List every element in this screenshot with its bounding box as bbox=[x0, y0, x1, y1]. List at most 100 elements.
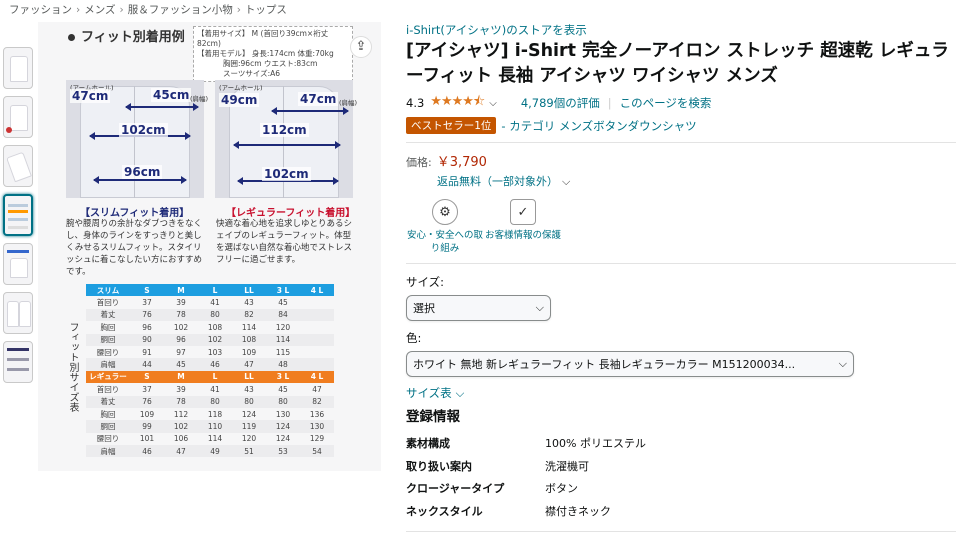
info-key: 素材構成 bbox=[406, 437, 450, 450]
table-cell: 胸回 bbox=[100, 409, 116, 419]
table-row: 着丈 76 78 80 82 84 bbox=[86, 308, 334, 322]
fit-title-text: フィット別着用例 bbox=[81, 30, 185, 45]
table-row: 着丈 76 78 80 80 80 82 bbox=[86, 395, 334, 408]
size-chart-thumb-icon bbox=[8, 210, 28, 213]
chevron-down-icon[interactable]: ⌵ bbox=[489, 98, 497, 109]
size-select[interactable]: 選択 ⌵ bbox=[406, 295, 551, 321]
table-cell: 115 bbox=[275, 347, 291, 357]
chevron-down-icon: ⌵ bbox=[838, 357, 847, 370]
slim-shoulder: 45cm bbox=[151, 88, 192, 102]
table-cell: 78 bbox=[164, 308, 198, 322]
breadcrumb-accessories[interactable]: 服＆ファッション小物 bbox=[128, 4, 233, 16]
slim-header-row: スリム S M L LL 3 L 4 L bbox=[86, 284, 334, 297]
regular-fit-desc: 快適な着心地を追求しゆとりあるシェイプのレギュラーフィット。体型を選ばない自然な… bbox=[216, 219, 353, 265]
table-cell: 124 bbox=[266, 420, 300, 433]
info-thumb-icon bbox=[7, 358, 29, 361]
table-cell: 80 bbox=[232, 395, 266, 408]
table-cell: 3 L bbox=[266, 284, 300, 297]
table-cell: 96 bbox=[164, 333, 198, 346]
table-cell: L bbox=[198, 284, 232, 297]
thumbnail-7[interactable] bbox=[3, 341, 33, 383]
size-table: スリム S M L LL 3 L 4 L 首回り 37 39 41 43 45 着丈 76 7… bbox=[86, 284, 334, 458]
table-cell: 腰回り bbox=[96, 347, 120, 357]
size-select-value: 選択 bbox=[413, 302, 435, 315]
color-select[interactable]: ホワイト 無地 新レギュラーフィット 長袖レギュラーカラー M151200034… bbox=[406, 351, 854, 377]
table-cell: LL bbox=[232, 284, 266, 297]
table-row: 腰回り 101 106 114 120 124 129 bbox=[86, 433, 334, 445]
slim-fit-name: 【スリムフィット着用】 bbox=[80, 208, 190, 219]
info-key: クロージャータイプ bbox=[406, 482, 505, 495]
breadcrumb-mens[interactable]: メンズ bbox=[84, 4, 115, 16]
table-cell: 106 bbox=[173, 434, 189, 444]
table-cell: スリム bbox=[86, 284, 130, 297]
rating-value: 4.3 bbox=[406, 96, 425, 110]
bestseller-row: ベストセラー1位 - カテゴリ メンズボタンダウンシャツ bbox=[406, 117, 956, 134]
thumbnail-3[interactable] bbox=[3, 145, 33, 187]
share-icon[interactable]: ⇪ bbox=[350, 36, 372, 58]
breadcrumb-tops[interactable]: トップス bbox=[245, 4, 287, 16]
table-cell: S bbox=[130, 370, 164, 384]
slim-fit-desc: 腕や腰周りの余計なダブつきをなくし、身体のラインをすっきりと美しくみせるスリムフ… bbox=[66, 219, 203, 277]
table-cell: 102 bbox=[164, 420, 198, 433]
divider bbox=[406, 531, 956, 532]
table-cell: 47 bbox=[164, 445, 198, 458]
spec-line: 【着用モデル】 身長:174cm 体重:70kg bbox=[197, 49, 334, 58]
thumbnail-1[interactable] bbox=[3, 47, 33, 89]
table-cell: 胴回 bbox=[86, 420, 130, 433]
breadcrumb-sep: › bbox=[119, 4, 124, 16]
table-cell: 82 bbox=[300, 395, 334, 408]
table-cell: 96 bbox=[142, 322, 152, 332]
info-row: クロージャータイプ ボタン bbox=[406, 480, 956, 503]
regular-shoulder-note: (肩幅) bbox=[339, 99, 358, 107]
table-cell: M bbox=[164, 370, 198, 384]
table-cell: 46 bbox=[130, 445, 164, 458]
table-row: 肩幅 44 45 46 47 48 bbox=[86, 358, 334, 371]
table-cell: 124 bbox=[241, 409, 257, 419]
size-chart-link[interactable]: サイズ表 bbox=[406, 386, 452, 400]
size-chart-thumb-icon bbox=[8, 204, 28, 207]
table-cell: 着丈 bbox=[86, 308, 130, 322]
search-page-link[interactable]: このページを検索 bbox=[620, 95, 712, 111]
free-returns-link[interactable]: 返品無料（一部対象外） bbox=[437, 175, 558, 188]
thumbnail-2[interactable] bbox=[3, 96, 33, 138]
breadcrumb-fashion[interactable]: ファッション bbox=[9, 4, 72, 16]
reviews-link[interactable]: 4,789個の評価 bbox=[521, 95, 600, 111]
fit-title: フィット別着用例 bbox=[68, 26, 185, 45]
table-cell: 39 bbox=[176, 298, 186, 308]
regular-fit-name: 【レギュラーフィット着用】 bbox=[226, 208, 356, 219]
table-row: 胸回 96 102 108 114 120 bbox=[86, 321, 334, 333]
price-value: ￥3,790 bbox=[436, 155, 487, 170]
table-cell: 102 bbox=[198, 333, 232, 346]
table-cell bbox=[300, 333, 334, 346]
chevron-down-icon[interactable]: ⌵ bbox=[562, 175, 570, 188]
info-thumb-icon bbox=[7, 348, 29, 351]
table-cell: 43 bbox=[244, 298, 254, 308]
main-product-image[interactable]: フィット別着用例 【着用サイズ】 M (首回り39cm×裄丈82cm) 【着用モ… bbox=[38, 22, 381, 471]
table-cell: 114 bbox=[207, 434, 223, 444]
info-row: 素材構成 100% ポリエステル bbox=[406, 435, 956, 458]
store-link[interactable]: i-Shirt(アイシャツ)のストアを表示 bbox=[406, 23, 587, 37]
shirt-placket bbox=[134, 86, 135, 198]
slim-chest: 102cm bbox=[119, 123, 168, 137]
table-cell: LL bbox=[232, 370, 266, 384]
bestseller-badge[interactable]: ベストセラー1位 bbox=[406, 117, 497, 134]
table-cell bbox=[300, 308, 334, 322]
table-cell: 91 bbox=[142, 347, 152, 357]
star-rating-icon[interactable]: ★★★★⯪ bbox=[430, 92, 485, 114]
chevron-down-icon[interactable]: ⌵ bbox=[456, 386, 465, 400]
table-cell: 47 bbox=[232, 358, 266, 371]
breadcrumb-sep: › bbox=[76, 4, 81, 16]
badge-safety-label: 安心・安全への取り組み bbox=[406, 230, 483, 254]
thumbnail-6[interactable] bbox=[3, 292, 33, 334]
thumbnail-5[interactable] bbox=[3, 243, 33, 285]
badge-privacy[interactable]: ✓ お客様情報の保護 bbox=[484, 199, 562, 255]
info-table: 素材構成 100% ポリエステル 取り扱い案内 洗濯機可 クロージャータイプ ボタン … bbox=[406, 435, 956, 525]
category-link[interactable]: - カテゴリ メンズボタンダウンシャツ bbox=[501, 118, 696, 134]
table-row: 胸回 109 112 118 124 130 136 bbox=[86, 408, 334, 420]
thumbnail-4-selected[interactable] bbox=[3, 194, 33, 236]
table-cell: 76 bbox=[130, 395, 164, 408]
shirt-image-icon bbox=[10, 105, 28, 131]
table-cell: 109 bbox=[241, 347, 257, 357]
badge-safety[interactable]: ⚙ 安心・安全への取り組み bbox=[406, 199, 484, 255]
safety-badge-icon: ⚙ bbox=[432, 199, 458, 225]
